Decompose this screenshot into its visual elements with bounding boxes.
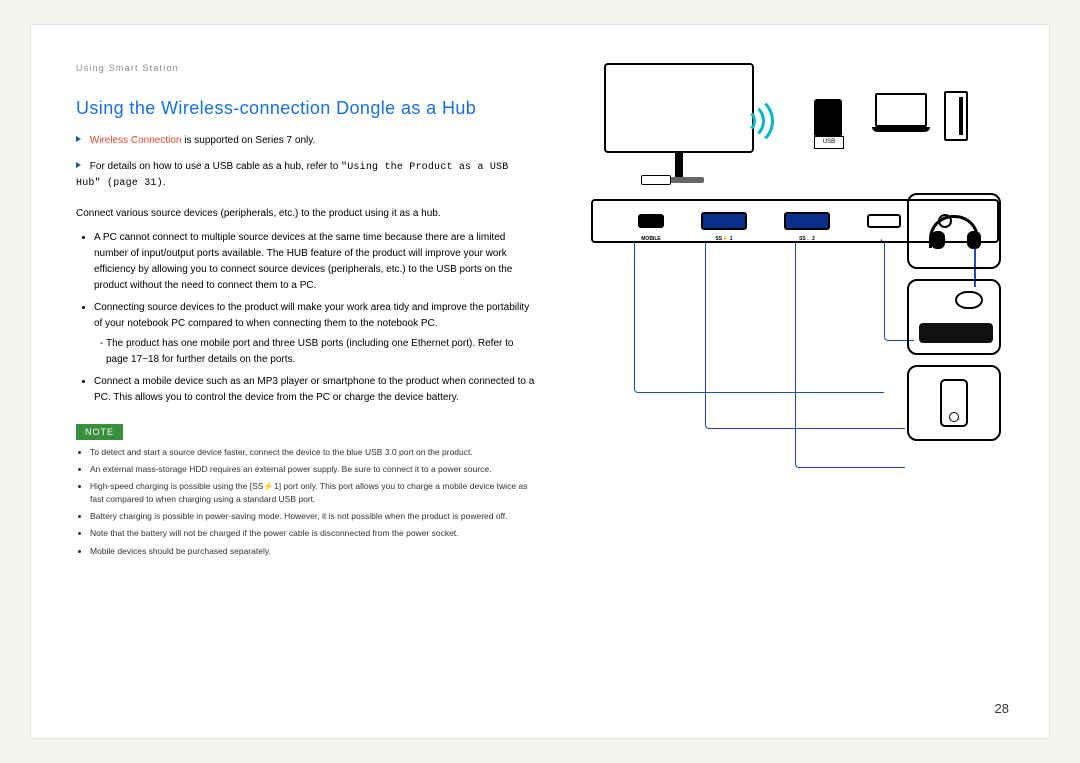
headphones-box — [907, 193, 1001, 269]
lead-line-2: For details on how to use a USB cable as… — [76, 159, 536, 192]
bullet-item: Connecting source devices to the product… — [94, 300, 536, 368]
keyboard-icon — [919, 323, 993, 343]
port-usb3-2: SS← 2 — [784, 212, 830, 230]
port-usb2: •← — [867, 214, 901, 228]
connection-diagram: MOBILE SS⚡ 1 SS← 2 •← ♫ — [574, 63, 1004, 563]
note-list: To detect and start a source device fast… — [76, 446, 536, 558]
dongle-slot-icon — [641, 175, 671, 185]
note-item: High-speed charging is possible using th… — [90, 480, 536, 506]
note-item: To detect and start a source device fast… — [90, 446, 536, 459]
text-column: Using Smart Station Using the Wireless-c… — [76, 63, 536, 708]
smartphone-box — [907, 365, 1001, 441]
bullet-item: A PC cannot connect to multiple source d… — [94, 230, 536, 294]
note-item: An external mass-storage HDD requires an… — [90, 463, 536, 476]
manual-page: Using Smart Station Using the Wireless-c… — [30, 24, 1050, 739]
page-title: Using the Wireless-connection Dongle as … — [76, 98, 536, 119]
smartphone-icon — [940, 379, 968, 427]
headphones-icon — [929, 215, 979, 248]
note-item: Note that the battery will not be charge… — [90, 527, 536, 540]
intro-paragraph: Connect various source devices (peripher… — [76, 206, 536, 222]
bullet-item: Connect a mobile device such as an MP3 p… — [94, 374, 536, 406]
mouse-icon — [955, 291, 983, 309]
page-number: 28 — [995, 701, 1009, 716]
main-bullets: A PC cannot connect to multiple source d… — [76, 230, 536, 406]
desktop-tower-icon — [944, 91, 968, 141]
laptop-icon — [872, 93, 930, 132]
lead-line-1: Wireless Connection is supported on Seri… — [76, 133, 536, 149]
wireless-connection-label: Wireless Connection — [90, 135, 182, 146]
port-mobile: MOBILE — [638, 214, 664, 228]
note-item: Battery charging is possible in power-sa… — [90, 510, 536, 523]
note-item: Mobile devices should be purchased separ… — [90, 545, 536, 558]
note-badge: NOTE — [76, 424, 123, 440]
keyboard-mouse-box — [907, 279, 1001, 355]
diagram-column: MOBILE SS⚡ 1 SS← 2 •← ♫ — [574, 63, 1004, 708]
breadcrumb: Using Smart Station — [76, 63, 536, 73]
port-usb3-1: SS⚡ 1 — [701, 212, 747, 230]
usb-dongle-icon — [814, 99, 842, 137]
sub-bullet: The product has one mobile port and thre… — [106, 336, 536, 368]
